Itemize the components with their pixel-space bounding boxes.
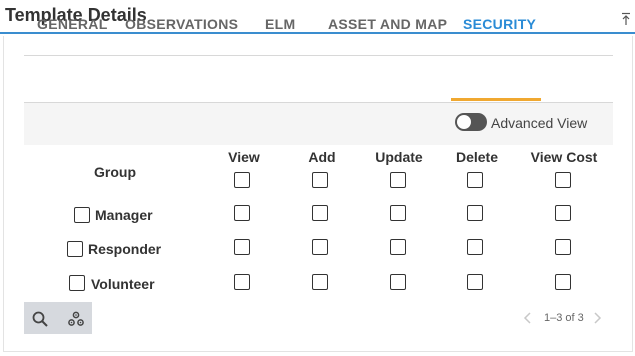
- select-all-view-cost-checkbox[interactable]: [555, 172, 571, 188]
- tab-observations[interactable]: OBSERVATIONS: [125, 16, 238, 32]
- manager-add-checkbox[interactable]: [312, 205, 328, 221]
- tab-strip: [24, 55, 613, 103]
- column-header-view: View: [228, 149, 260, 165]
- advanced-view-label: Advanced View: [491, 115, 588, 131]
- responder-add-checkbox[interactable]: [312, 239, 328, 255]
- manager-update-checkbox[interactable]: [390, 205, 406, 221]
- tab-asset-and-map[interactable]: ASSET AND MAP: [328, 16, 447, 32]
- volunteer-view-checkbox[interactable]: [234, 274, 250, 290]
- collapse-up-icon[interactable]: [620, 12, 632, 26]
- next-page-icon[interactable]: [591, 310, 603, 326]
- row-label-manager: Manager: [95, 207, 153, 223]
- responder-view-cost-checkbox[interactable]: [555, 239, 571, 255]
- row-label-volunteer: Volunteer: [91, 276, 155, 292]
- cogs-icon[interactable]: [67, 310, 85, 328]
- manager-view-checkbox[interactable]: [234, 205, 250, 221]
- tab-general[interactable]: GENERAL: [37, 16, 108, 32]
- manager-view-cost-checkbox[interactable]: [555, 205, 571, 221]
- row-label-responder: Responder: [88, 241, 162, 257]
- active-tab-indicator: [451, 98, 541, 101]
- toggle-knob: [457, 115, 471, 129]
- volunteer-update-checkbox[interactable]: [390, 274, 406, 290]
- select-all-add-checkbox[interactable]: [312, 172, 328, 188]
- advanced-view-toggle[interactable]: [455, 113, 487, 131]
- manager-delete-checkbox[interactable]: [467, 205, 483, 221]
- tab-security[interactable]: SECURITY: [463, 16, 536, 32]
- volunteer-view-cost-checkbox[interactable]: [555, 274, 571, 290]
- responder-delete-checkbox[interactable]: [467, 239, 483, 255]
- select-all-delete-checkbox[interactable]: [467, 172, 483, 188]
- select-all-view-checkbox[interactable]: [234, 172, 250, 188]
- column-header-delete: Delete: [455, 149, 499, 165]
- tab-elm[interactable]: ELM: [265, 16, 295, 32]
- group-column-header: Group: [94, 164, 136, 180]
- pager-range-text: 1–3 of 3: [544, 312, 584, 324]
- volunteer-add-checkbox[interactable]: [312, 274, 328, 290]
- responder-update-checkbox[interactable]: [390, 239, 406, 255]
- row-select-checkbox-responder[interactable]: [67, 241, 83, 257]
- column-header-update: Update: [375, 149, 423, 165]
- responder-view-checkbox[interactable]: [234, 239, 250, 255]
- search-icon[interactable]: [31, 310, 49, 328]
- column-header-view-cost: View Cost: [530, 149, 598, 165]
- row-select-checkbox-volunteer[interactable]: [69, 275, 85, 291]
- volunteer-delete-checkbox[interactable]: [467, 274, 483, 290]
- table-toolbar: [24, 302, 92, 334]
- select-all-update-checkbox[interactable]: [390, 172, 406, 188]
- previous-page-icon[interactable]: [522, 310, 534, 326]
- row-select-checkbox-manager[interactable]: [74, 207, 90, 223]
